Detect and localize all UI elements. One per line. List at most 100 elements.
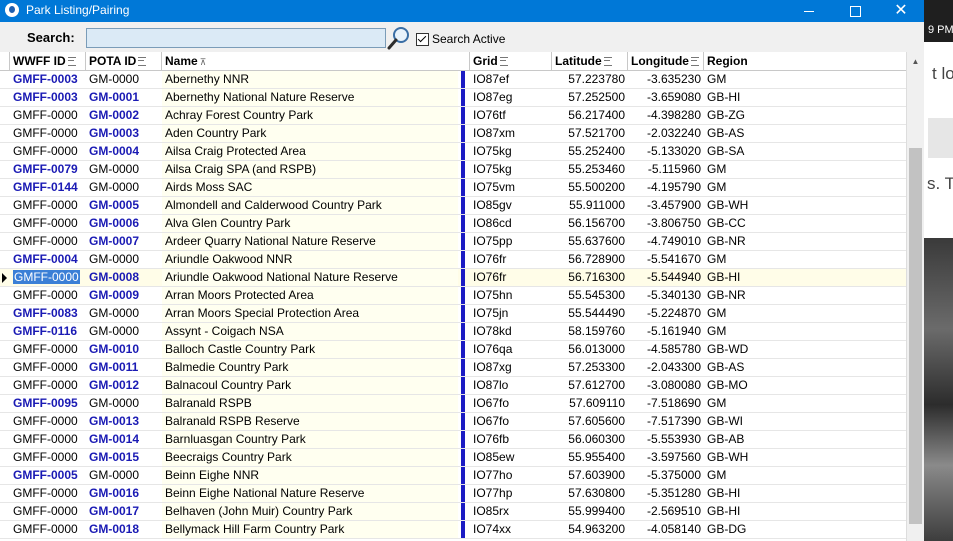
table-row[interactable]: GMFF-0000 GM-0009 Arran Moors Protected Ar… [0, 287, 906, 305]
row-indicator[interactable] [0, 377, 10, 394]
pota-id-cell[interactable]: GM-0000 [86, 71, 162, 88]
longitude-cell[interactable]: -5.544940 [628, 269, 704, 286]
longitude-cell[interactable]: -5.553930 [628, 431, 704, 448]
row-indicator[interactable] [0, 359, 10, 376]
longitude-cell[interactable]: -3.080080 [628, 377, 704, 394]
table-row[interactable]: GMFF-0005 GM-0000 Beinn Eighe NNR IO77ho 57.… [0, 467, 906, 485]
latitude-cell[interactable]: 55.544490 [552, 305, 628, 322]
grid-cell[interactable]: IO87lo [470, 377, 552, 394]
wwff-id-cell[interactable]: GMFF-0000 [10, 233, 86, 250]
latitude-cell[interactable]: 57.605600 [552, 413, 628, 430]
latitude-cell[interactable]: 57.223780 [552, 71, 628, 88]
minimize-button[interactable] [786, 0, 832, 22]
longitude-cell[interactable]: -4.585780 [628, 341, 704, 358]
row-indicator[interactable] [0, 71, 10, 88]
table-row[interactable]: GMFF-0000 GM-0006 Alva Glen Country Park IO… [0, 215, 906, 233]
grid-cell[interactable]: IO78kd [470, 323, 552, 340]
grid-cell[interactable]: IO75hn [470, 287, 552, 304]
pota-id-cell[interactable]: GM-0000 [86, 305, 162, 322]
search-active-checkbox[interactable] [416, 32, 429, 46]
row-indicator[interactable] [0, 305, 10, 322]
name-cell[interactable]: Aden Country Park [162, 125, 458, 142]
region-cell[interactable]: GM [704, 395, 904, 412]
row-indicator[interactable] [0, 179, 10, 196]
name-cell[interactable]: Almondell and Calderwood Country Park [162, 197, 458, 214]
grid-cell[interactable]: IO87xm [470, 125, 552, 142]
grid-cell[interactable]: IO76fb [470, 431, 552, 448]
pota-id-cell[interactable]: GM-0004 [86, 143, 162, 160]
name-cell[interactable]: Assynt - Coigach NSA [162, 323, 458, 340]
latitude-cell[interactable]: 54.963200 [552, 521, 628, 538]
table-row[interactable]: GMFF-0079 GM-0000 Ailsa Craig SPA (and RSP… [0, 161, 906, 179]
grid-cell[interactable]: IO77ho [470, 467, 552, 484]
name-cell[interactable]: Beinn Eighe NNR [162, 467, 458, 484]
table-row[interactable]: GMFF-0000 GM-0013 Balranald RSPB Reserve IO… [0, 413, 906, 431]
row-indicator[interactable] [0, 431, 10, 448]
name-cell[interactable]: Arran Moors Protected Area [162, 287, 458, 304]
wwff-id-cell[interactable]: GMFF-0144 [10, 179, 86, 196]
name-cell[interactable]: Beinn Eighe National Nature Reserve [162, 485, 458, 502]
region-cell[interactable]: GB-HI [704, 503, 904, 520]
region-cell[interactable]: GM [704, 179, 904, 196]
latitude-cell[interactable]: 55.955400 [552, 449, 628, 466]
name-cell[interactable]: Beecraigs Country Park [162, 449, 458, 466]
name-cell[interactable]: Abernethy NNR [162, 71, 458, 88]
grid-cell[interactable]: IO76fr [470, 269, 552, 286]
name-cell[interactable]: Balranald RSPB Reserve [162, 413, 458, 430]
grid-cell[interactable]: IO76qa [470, 341, 552, 358]
row-indicator[interactable] [0, 251, 10, 268]
pota-id-cell[interactable]: GM-0008 [86, 269, 162, 286]
pota-id-cell[interactable]: GM-0003 [86, 125, 162, 142]
longitude-cell[interactable]: -2.569510 [628, 503, 704, 520]
region-cell[interactable]: GB-ZG [704, 107, 904, 124]
wwff-id-cell[interactable]: GMFF-0005 [10, 467, 86, 484]
name-cell[interactable]: Airds Moss SAC [162, 179, 458, 196]
wwff-id-cell[interactable]: GMFF-0000 [10, 269, 86, 286]
pota-id-cell[interactable]: GM-0017 [86, 503, 162, 520]
column-header-longitude[interactable]: Longitude [628, 52, 704, 70]
latitude-cell[interactable]: 55.500200 [552, 179, 628, 196]
table-row[interactable]: GMFF-0144 GM-0000 Airds Moss SAC IO75vm 55.5… [0, 179, 906, 197]
search-button[interactable] [386, 25, 412, 51]
grid-cell[interactable]: IO85rx [470, 503, 552, 520]
wwff-id-cell[interactable]: GMFF-0000 [10, 485, 86, 502]
row-indicator[interactable] [0, 503, 10, 520]
region-cell[interactable]: GB-HI [704, 89, 904, 106]
name-cell[interactable]: Belhaven (John Muir) Country Park [162, 503, 458, 520]
longitude-cell[interactable]: -4.195790 [628, 179, 704, 196]
table-row[interactable]: GMFF-0000 GM-0016 Beinn Eighe National Nat… [0, 485, 906, 503]
region-cell[interactable]: GB-HI [704, 485, 904, 502]
row-indicator[interactable] [0, 323, 10, 340]
table-row[interactable]: GMFF-0000 GM-0012 Balnacoul Country Park IO… [0, 377, 906, 395]
row-indicator[interactable] [0, 215, 10, 232]
name-cell[interactable]: Balloch Castle Country Park [162, 341, 458, 358]
region-cell[interactable]: GM [704, 467, 904, 484]
grid-cell[interactable]: IO75kg [470, 161, 552, 178]
row-indicator[interactable] [0, 197, 10, 214]
longitude-cell[interactable]: -5.133020 [628, 143, 704, 160]
grid-cell[interactable]: IO87ef [470, 71, 552, 88]
latitude-cell[interactable]: 55.999400 [552, 503, 628, 520]
region-cell[interactable]: GB-AB [704, 431, 904, 448]
region-cell[interactable]: GB-SA [704, 143, 904, 160]
grid-cell[interactable]: IO76fr [470, 251, 552, 268]
name-cell[interactable]: Achray Forest Country Park [162, 107, 458, 124]
table-row[interactable]: GMFF-0000 GM-0017 Belhaven (John Muir) Cou… [0, 503, 906, 521]
longitude-cell[interactable]: -3.659080 [628, 89, 704, 106]
row-indicator[interactable] [0, 341, 10, 358]
pota-id-cell[interactable]: GM-0015 [86, 449, 162, 466]
latitude-cell[interactable]: 56.217400 [552, 107, 628, 124]
maximize-button[interactable] [832, 0, 878, 22]
wwff-id-cell[interactable]: GMFF-0003 [10, 71, 86, 88]
region-cell[interactable]: GB-NR [704, 287, 904, 304]
region-cell[interactable]: GM [704, 251, 904, 268]
latitude-cell[interactable]: 57.630800 [552, 485, 628, 502]
latitude-cell[interactable]: 55.637600 [552, 233, 628, 250]
longitude-cell[interactable]: -5.375000 [628, 467, 704, 484]
filter-icon[interactable] [690, 57, 699, 67]
latitude-cell[interactable]: 56.060300 [552, 431, 628, 448]
latitude-cell[interactable]: 58.159760 [552, 323, 628, 340]
grid-cell[interactable]: IO67fo [470, 413, 552, 430]
name-cell[interactable]: Balranald RSPB [162, 395, 458, 412]
longitude-cell[interactable]: -3.635230 [628, 71, 704, 88]
